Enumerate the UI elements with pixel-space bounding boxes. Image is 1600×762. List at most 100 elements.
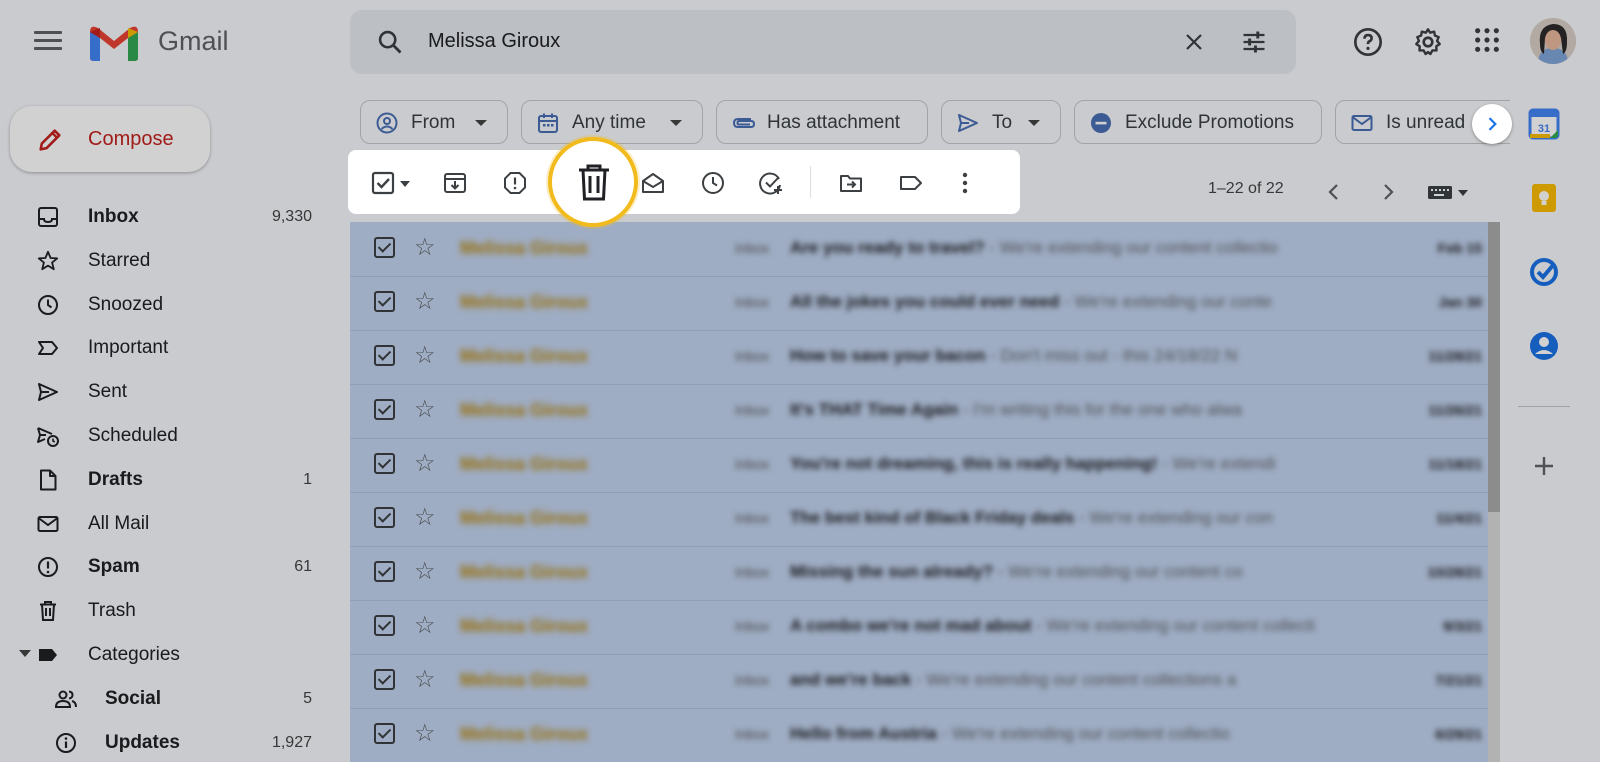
select-dropdown-icon[interactable] [398,170,412,196]
sidebar-item-label: Drafts [88,468,143,490]
sidebar-item-trash[interactable]: Trash [0,589,340,633]
snooze-clock-icon[interactable] [700,170,726,196]
star-icon[interactable]: ☆ [414,395,436,424]
sidebar-item-snoozed[interactable]: Snoozed [0,283,340,327]
star-icon[interactable]: ☆ [414,611,436,640]
search-icon[interactable] [376,28,404,56]
row-checkbox[interactable] [374,291,395,312]
sidebar-item-social[interactable]: Social 5 [0,677,340,721]
add-addon-icon[interactable] [1526,448,1562,484]
sidebar-item-sent[interactable]: Sent [0,370,340,414]
star-icon[interactable]: ☆ [414,233,436,262]
table-row[interactable]: ☆ Melissa Giroux Inbox Hello from Austria -… [350,708,1500,762]
report-spam-icon[interactable] [502,170,528,196]
table-row[interactable]: ☆ Melissa Giroux Inbox All the jokes you co… [350,276,1500,331]
row-checkbox[interactable] [374,669,395,690]
row-checkbox[interactable] [374,237,395,258]
star-icon[interactable]: ☆ [414,557,436,586]
sidebar-item-important[interactable]: Important [0,326,340,370]
chip-to[interactable]: To [941,100,1061,144]
calendar-app-icon[interactable]: 31 [1526,106,1562,142]
star-icon[interactable]: ☆ [414,287,436,316]
chips-scroll-right-button[interactable] [1472,104,1512,144]
gmail-logo-icon[interactable] [88,20,140,62]
sidebar-item-updates[interactable]: Updates 1,927 [0,721,340,762]
account-avatar[interactable] [1530,18,1576,64]
sidebar-item-all-mail[interactable]: All Mail [0,502,340,546]
sidebar-item-drafts[interactable]: Drafts 1 [0,458,340,502]
star-icon[interactable]: ☆ [414,719,436,748]
tasks-app-icon[interactable] [1526,254,1562,290]
main-menu-icon[interactable] [34,28,62,56]
star-icon[interactable]: ☆ [414,341,436,370]
select-all-checkbox-icon[interactable] [370,170,396,196]
unread-count: 9,330 [271,208,312,225]
row-checkbox[interactable] [374,561,395,582]
search-input[interactable]: Melissa Giroux [428,30,560,53]
keep-app-icon[interactable] [1526,180,1562,216]
star-icon[interactable]: ☆ [414,503,436,532]
sidebar-item-scheduled[interactable]: Scheduled [0,414,340,458]
email-label-tag: Inbox [735,564,770,580]
table-row[interactable]: ☆ Melissa Giroux Inbox and we're back - We'… [350,654,1500,709]
compose-button[interactable]: Compose [10,106,210,172]
more-options-icon[interactable] [952,170,978,196]
chip-label: Any time [572,112,646,133]
next-page-icon[interactable] [1376,180,1400,204]
expand-caret-icon[interactable] [19,649,31,657]
table-row[interactable]: ☆ Melissa Giroux Inbox How to save your bac… [350,330,1500,385]
sidebar-item-starred[interactable]: Starred [0,239,340,283]
chip-from[interactable]: From [360,100,508,144]
email-label-tag: Inbox [735,672,770,688]
chip-has-attachment[interactable]: Has attachment [716,100,928,144]
email-date: 11/28/21 [1428,348,1482,364]
email-subject-text: Missing the sun already? [790,562,994,581]
sidebar-item-categories[interactable]: Categories [0,633,340,677]
sidebar-item-label: Inbox [88,206,139,227]
email-date: 6/29/21 [1435,726,1482,742]
star-icon[interactable]: ☆ [414,449,436,478]
apps-grid-icon[interactable] [1473,26,1501,54]
add-to-tasks-icon[interactable] [758,170,784,196]
scrollbar-thumb[interactable] [1488,222,1500,512]
table-row[interactable]: ☆ Melissa Giroux Inbox You're not dreaming,… [350,438,1500,493]
table-row[interactable]: ☆ Melissa Giroux Inbox A combo we're not ma… [350,600,1500,655]
row-checkbox[interactable] [374,507,395,528]
email-date: 7/21/21 [1435,672,1482,688]
chip-exclude-promotions[interactable]: Exclude Promotions [1074,100,1322,144]
email-snippet: - We're extending our content collectio [936,724,1230,743]
contacts-app-icon[interactable] [1526,328,1562,364]
settings-gear-icon[interactable] [1412,26,1444,58]
help-icon[interactable] [1352,26,1384,58]
sidebar-item-label: Sent [88,381,128,403]
search-options-icon[interactable] [1240,28,1268,56]
row-checkbox[interactable] [374,345,395,366]
label-as-icon[interactable] [898,170,924,196]
row-checkbox[interactable] [374,615,395,636]
row-checkbox[interactable] [374,723,395,744]
clear-search-icon[interactable] [1182,30,1206,54]
mark-as-read-icon[interactable] [640,170,666,196]
sidebar-item-inbox[interactable]: Inbox 9,330 [0,195,340,239]
email-snippet: - We're extending our con [1074,508,1273,527]
email-sender: Melissa Giroux [460,562,589,582]
delete-button[interactable] [548,137,638,227]
row-checkbox[interactable] [374,453,395,474]
input-tools-keyboard-icon[interactable] [1426,182,1476,202]
table-row[interactable]: ☆ Melissa Giroux Inbox It's THAT Time Again… [350,384,1500,439]
star-icon[interactable]: ☆ [414,665,436,694]
table-row[interactable]: ☆ Melissa Giroux Inbox Missing the sun alre… [350,546,1500,601]
previous-page-icon[interactable] [1322,180,1346,204]
table-row[interactable]: ☆ Melissa Giroux Inbox The best kind of Bla… [350,492,1500,547]
chip-any-time[interactable]: Any time [521,100,703,144]
search-bar[interactable]: Melissa Giroux [350,10,1296,74]
email-snippet: - We're extending our content collectio [984,238,1278,257]
sidebar-item-spam[interactable]: Spam 61 [0,545,340,589]
row-checkbox[interactable] [374,399,395,420]
archive-icon[interactable] [442,170,468,196]
email-list: ☆ Melissa Giroux Inbox Are you ready to tra… [350,222,1500,762]
minus-circle-icon [1091,113,1111,133]
unread-count: 5 [303,689,312,707]
table-row[interactable]: ☆ Melissa Giroux Inbox Are you ready to tra… [350,222,1500,277]
move-to-icon[interactable] [838,170,864,196]
